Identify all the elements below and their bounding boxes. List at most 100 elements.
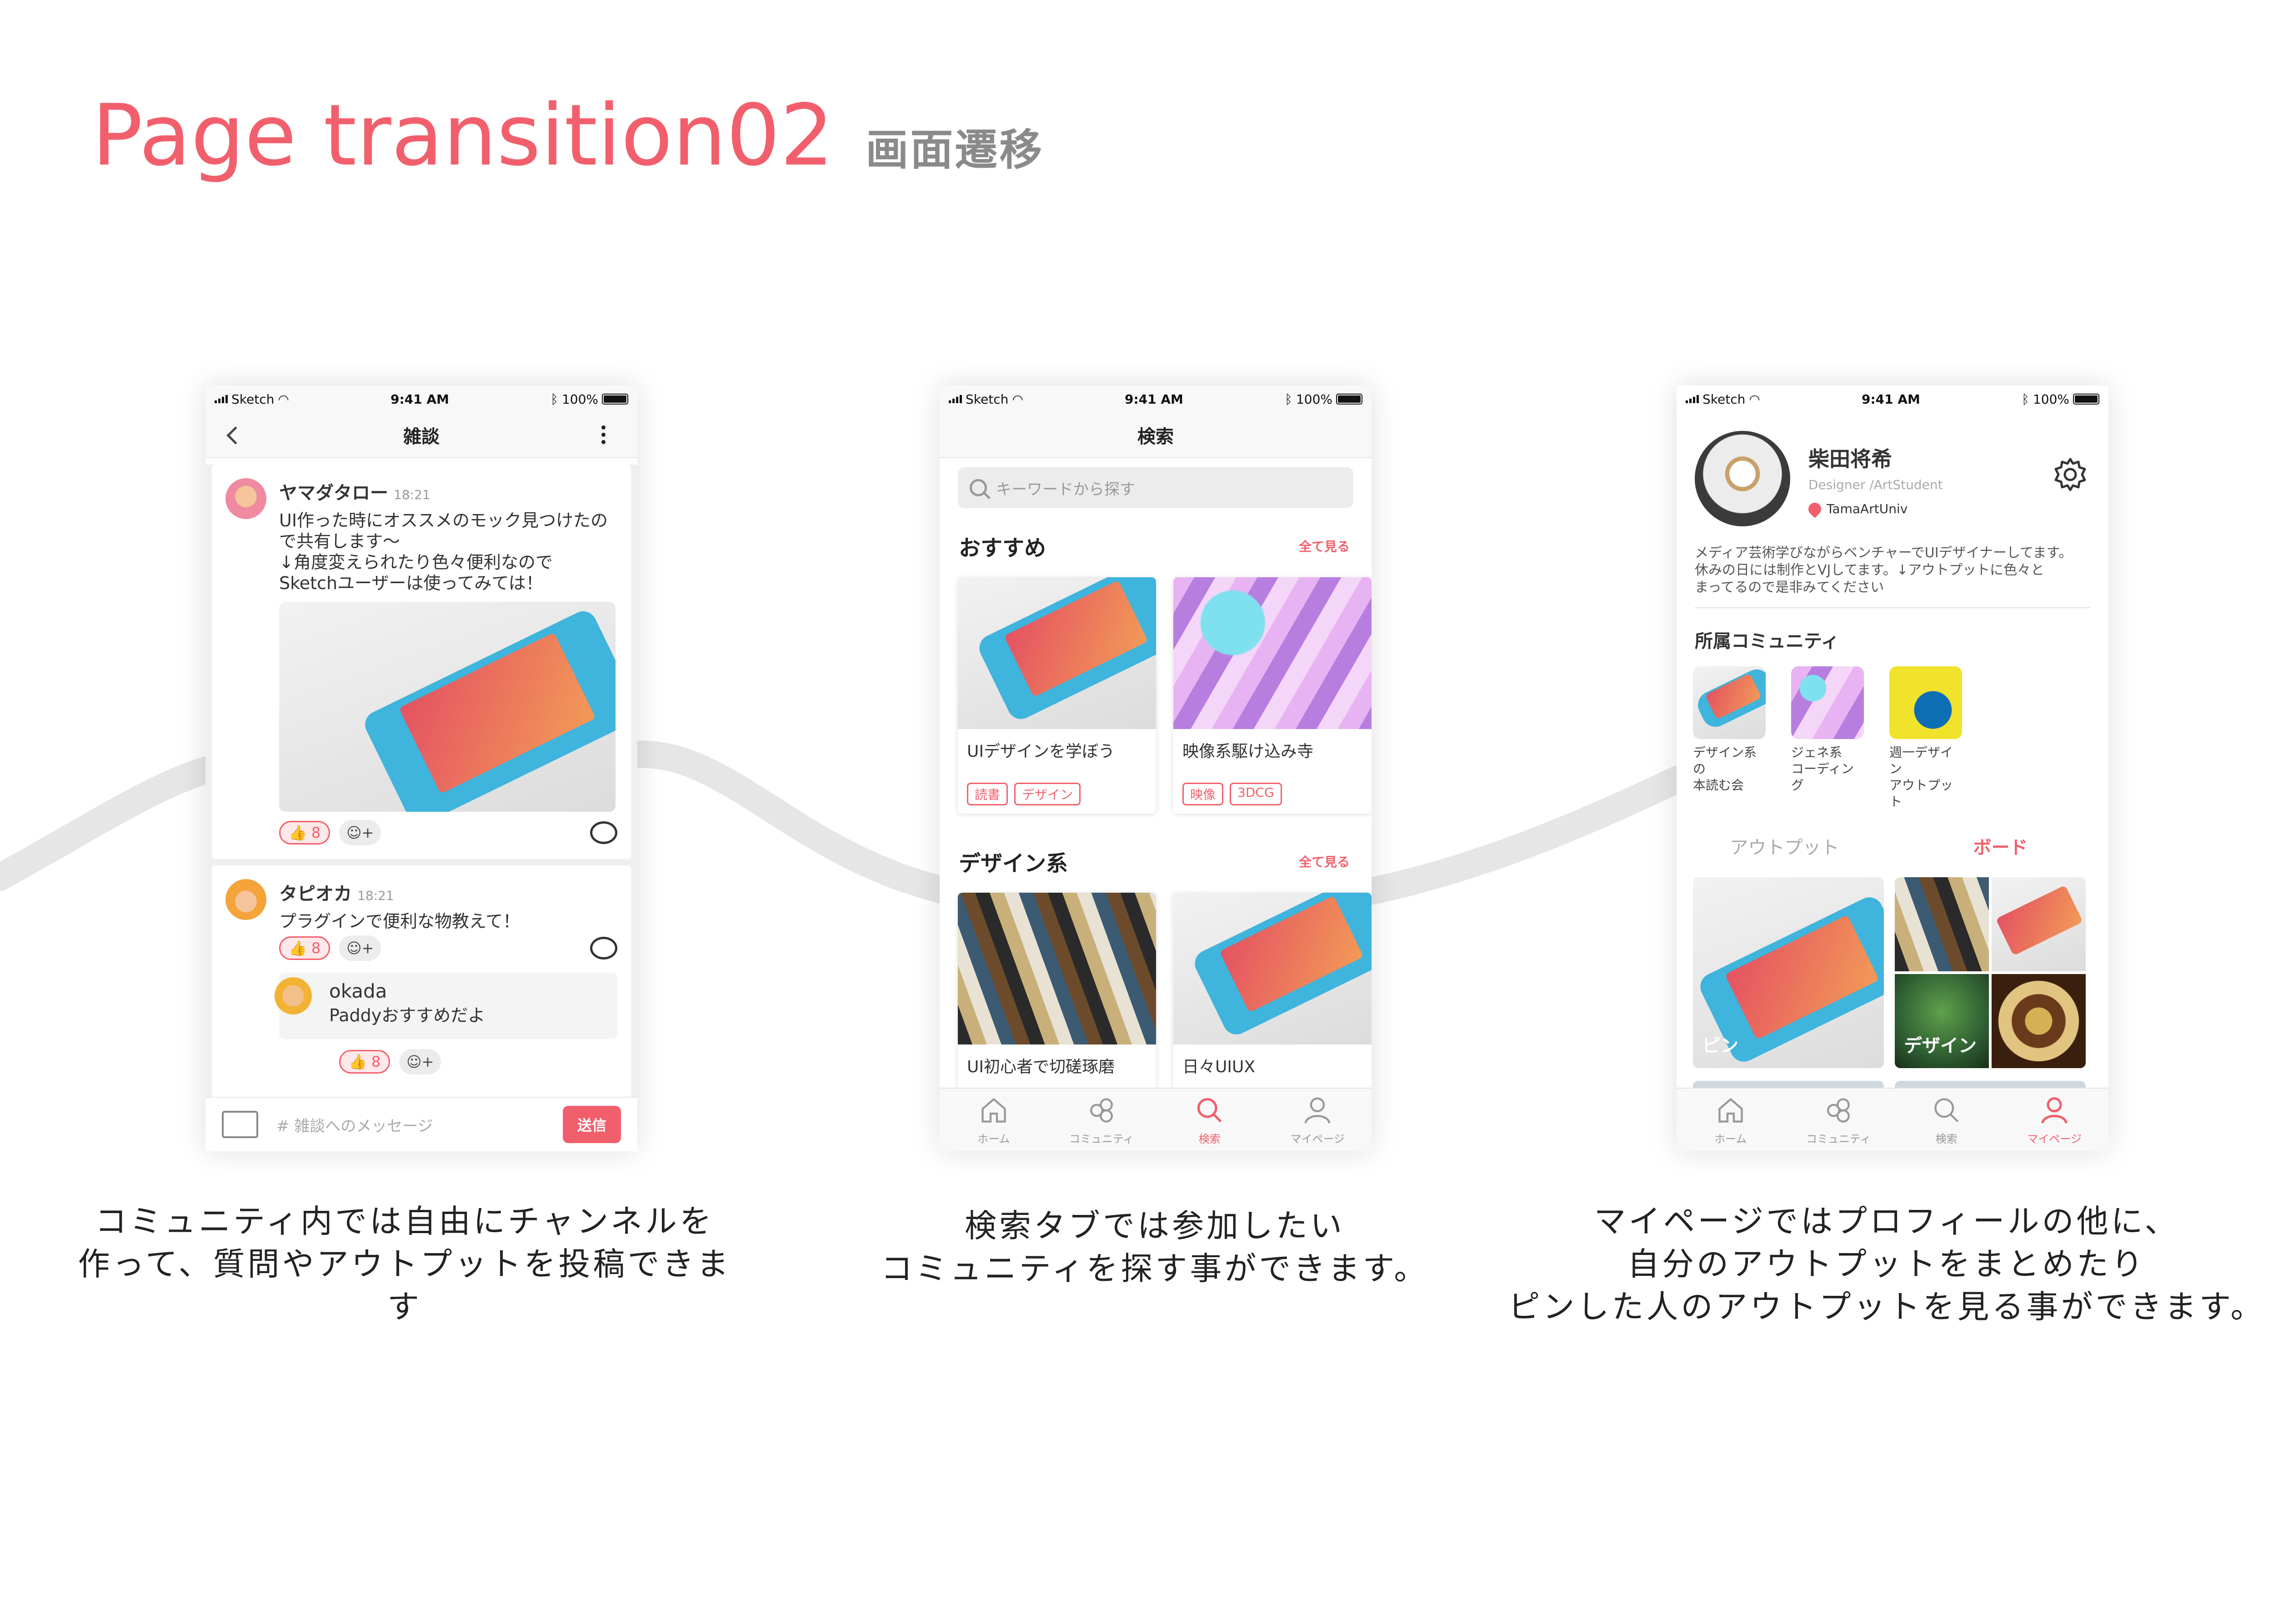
tab-mypage[interactable]: マイページ <box>1272 1094 1363 1146</box>
gear-icon[interactable] <box>2052 456 2088 493</box>
reply-bubble-icon[interactable] <box>590 937 617 959</box>
tag[interactable]: 3DCG <box>1230 783 1282 805</box>
segment-output[interactable]: アウトプット <box>1677 833 1892 859</box>
community-item[interactable]: デザイン系の 本読む会 <box>1693 666 1766 810</box>
battery-label: 100% <box>561 391 598 407</box>
add-reaction-button[interactable]: ☺+ <box>339 820 381 845</box>
community-name: 日々UIUX <box>1182 1058 1255 1076</box>
search-input[interactable]: キーワードから探す <box>958 467 1353 508</box>
avatar[interactable] <box>225 879 266 920</box>
post-image[interactable] <box>279 602 616 812</box>
like-reaction[interactable]: 👍 8 <box>339 1050 391 1074</box>
community-list: デザイン系の 本読む会 ジェネ系 コーディング 週一デザイン アウトプット <box>1693 666 2108 810</box>
tab-label: マイページ <box>2027 1132 2082 1145</box>
tab-label: コミュニティ <box>1069 1132 1134 1145</box>
community-row: UIデザインを学ぼう 読書 デザイン 映像系駆け込み寺 映像 3DCG <box>958 577 1372 814</box>
home-icon <box>981 1098 1006 1123</box>
reply-bubble-icon[interactable] <box>590 821 617 844</box>
community-thumbnail <box>1791 666 1864 739</box>
post-text: UI作った時にオススメのモック見つけたので共有します〜 ↓角度変えられたり色々便… <box>279 510 608 593</box>
tag[interactable]: デザイン <box>1014 783 1081 805</box>
tab-community[interactable]: コミュニティ <box>1056 1094 1147 1146</box>
send-button[interactable]: 送信 <box>562 1106 621 1143</box>
signal-icon <box>215 395 228 403</box>
section-header: おすすめ 全て見る <box>959 530 1350 562</box>
section-header: デザイン系 全て見る <box>959 845 1350 877</box>
communities-title: 所属コミュニティ <box>1695 631 1839 652</box>
reply-thread: okada Paddyおすすめだよ <box>275 973 617 1039</box>
back-chevron-icon[interactable] <box>226 426 245 445</box>
tab-label: ホーム <box>977 1132 1010 1145</box>
thumbs-up-icon: 👍 <box>349 1053 367 1070</box>
add-reaction-button[interactable]: ☺+ <box>339 935 381 961</box>
tag[interactable]: 読書 <box>967 783 1008 805</box>
reaction-row: 👍 8 ☺+ <box>339 1049 617 1074</box>
profile-header: 柴田将希 Designer /ArtStudent TamaArtUniv <box>1677 413 2108 526</box>
post-time: 18:21 <box>357 888 394 903</box>
board-label: ピン <box>1702 1035 1738 1056</box>
like-reaction[interactable]: 👍 8 <box>279 936 330 960</box>
community-item[interactable]: 週一デザイン アウトプット <box>1889 666 1962 810</box>
signal-icon <box>949 395 962 403</box>
profile-screen: Sketch ◠ 9:41 AM ᛒ 100% 柴田将希 Designer /Art… <box>1677 385 2108 1151</box>
avatar[interactable] <box>275 977 312 1014</box>
segment-board[interactable]: ボード <box>1892 833 2108 859</box>
community-label: デザイン系の 本読む会 <box>1693 745 1757 793</box>
community-item[interactable]: ジェネ系 コーディング <box>1791 666 1864 810</box>
tab-home[interactable]: ホーム <box>948 1094 1039 1146</box>
like-count: 8 <box>311 824 321 841</box>
tab-search[interactable]: 検索 <box>1164 1094 1255 1146</box>
board-item[interactable]: デザイン <box>1895 877 2086 1068</box>
carrier-label: Sketch <box>1702 391 1746 407</box>
community-card[interactable]: UIデザインを学ぼう 読書 デザイン <box>958 577 1156 814</box>
community-icon <box>1827 1098 1850 1123</box>
community-name: UIデザインを学ぼう <box>967 742 1115 761</box>
battery-icon <box>2073 394 2099 405</box>
like-reaction[interactable]: 👍 8 <box>279 821 330 844</box>
profile-name: 柴田将希 <box>1808 447 1892 471</box>
board-grid: ピン デザイン <box>1693 877 2108 1068</box>
see-all-link[interactable]: 全て見る <box>1299 852 1350 870</box>
tag[interactable]: 映像 <box>1182 783 1224 805</box>
add-emoji-icon: ☺+ <box>346 824 374 841</box>
tab-search[interactable]: 検索 <box>1901 1094 1992 1146</box>
community-card[interactable]: 映像系駆け込み寺 映像 3DCG <box>1173 577 1372 814</box>
bluetooth-icon: ᛒ <box>1285 391 1292 407</box>
user-icon <box>1304 1097 1331 1124</box>
section-title: デザイン系 <box>959 851 1068 876</box>
post-header: ヤマダタロー 18:21 <box>279 478 617 505</box>
bluetooth-icon: ᛒ <box>551 391 558 407</box>
profile-avatar[interactable] <box>1695 431 1790 526</box>
add-reaction-button[interactable]: ☺+ <box>399 1049 441 1074</box>
image-attach-icon[interactable] <box>222 1111 258 1138</box>
section-title: おすすめ <box>959 535 1046 561</box>
board-item[interactable]: ピン <box>1693 877 1884 1068</box>
thumbs-up-icon: 👍 <box>289 939 307 957</box>
caption-profile: マイページではプロフィールの他に、 自分のアウトプットをまとめたり ピンした人の… <box>1508 1203 2265 1325</box>
tab-home[interactable]: ホーム <box>1685 1094 1776 1146</box>
profile-segment: アウトプット ボード <box>1677 833 2108 859</box>
thumbs-up-icon: 👍 <box>289 824 307 841</box>
reply-text: Paddyおすすめだよ <box>329 1005 486 1025</box>
tab-label: マイページ <box>1290 1132 1345 1145</box>
see-all-link[interactable]: 全て見る <box>1299 537 1350 555</box>
search-screen: Sketch ◠ 9:41 AM ᛒ 100% 検索 キーワードから探す おすすめ … <box>940 385 1372 1151</box>
nav-bar: 雑談 <box>205 413 637 458</box>
reply-author[interactable]: okada <box>329 980 608 1002</box>
more-vertical-icon[interactable] <box>601 425 606 444</box>
community-label: 週一デザイン アウトプット <box>1889 745 1953 809</box>
message-input[interactable]: # 雑談へのメッセージ <box>276 1114 545 1136</box>
tab-mypage[interactable]: マイページ <box>2009 1094 2100 1146</box>
tab-label: ホーム <box>1714 1132 1747 1145</box>
reaction-row: 👍 8 ☺+ <box>279 820 617 845</box>
tab-bar: ホーム コミュニティ 検索 マイページ <box>940 1088 1372 1151</box>
tab-community[interactable]: コミュニティ <box>1793 1094 1884 1146</box>
wifi-icon: ◠ <box>1749 391 1760 407</box>
home-icon <box>1718 1098 1743 1123</box>
avatar[interactable] <box>225 478 266 519</box>
tab-bar: ホーム コミュニティ 検索 マイページ <box>1677 1088 2108 1151</box>
post-author[interactable]: ヤマダタロー <box>279 483 388 504</box>
post-author[interactable]: タピオカ <box>279 884 352 904</box>
wifi-icon: ◠ <box>1012 391 1023 407</box>
caption-chat: コミュニティ内では自由にチャンネルを 作って、質問やアウトプットを投稿できます <box>78 1203 731 1325</box>
